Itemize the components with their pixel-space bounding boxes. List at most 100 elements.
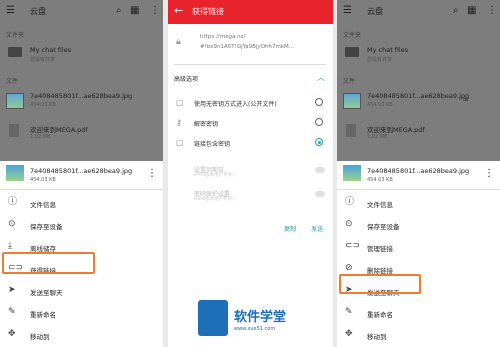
link-icon: ∞ (462, 95, 469, 104)
link-url-line2[interactable]: #!bx9n1A5T!GjYa9BjyOhh7mkM... (200, 44, 294, 50)
sheet-file-size: 454.03 KB (30, 177, 56, 183)
key-icon: ⚷ (176, 118, 182, 127)
edit-icon: ✎ (345, 307, 353, 317)
folder-icon (8, 47, 22, 57)
section-label: 文件 (343, 78, 356, 85)
save-icon: ⊙ (345, 219, 353, 229)
info-icon: ⓘ (8, 197, 18, 207)
divider (0, 189, 163, 190)
option-expiry: 设置到期日 (168, 160, 333, 178)
folder-sub: 您没有共享 (367, 57, 393, 63)
lock-icon: ▢ (176, 98, 184, 107)
sheet-file-name: 7e408485801f...ae628bea9.jpg (30, 167, 133, 175)
middle-phone-screen: ← 获得链接 🔒︎ https://mega.nz/ #!bx9n1A5T!Gj… (168, 0, 333, 347)
toggle-switch (315, 191, 325, 197)
link-url-line1[interactable]: https://mega.nz/ (200, 34, 245, 40)
lock-icon: ▢ (176, 138, 184, 147)
radio-button[interactable] (315, 118, 323, 126)
file-name[interactable]: 7e408485801f...ae628bea9.jpg (30, 92, 132, 100)
search-icon[interactable]: ⌕ (116, 6, 122, 16)
file-name[interactable]: 欢迎来到MEGA.pdf (30, 124, 88, 134)
file-size: 1.02 MB (367, 134, 388, 140)
menu-label: 移动到 (30, 333, 50, 341)
menu-file-info[interactable]: ⓘ 文件信息 (0, 193, 163, 213)
divider (174, 64, 326, 65)
app-bar: ☰ 云盘 ⌕ ▦ ⋮ (0, 0, 163, 24)
back-arrow-icon[interactable]: ← (174, 4, 183, 17)
more-icon[interactable]: ⋮ (150, 6, 160, 16)
sheet-file-name: 7e408485801f...ae628bea9.jpg (367, 167, 470, 175)
menu-send-chat[interactable]: ➤ 发送至聊天 (0, 281, 163, 301)
menu-save-device[interactable]: ⊙ 保存至设备 (337, 215, 500, 235)
menu-label: 重新命名 (367, 311, 393, 319)
folder-icon (345, 47, 359, 57)
move-icon: ✥ (345, 329, 353, 339)
left-phone-screen: ☰ 云盘 ⌕ ▦ ⋮ 文件夹 My chat files 您没有共享 文件 7e… (0, 0, 163, 347)
edit-icon: ✎ (8, 307, 16, 317)
option-no-key[interactable]: ▢ 使用无密钥方式进入(公开文件) (168, 94, 333, 112)
menu-label: 文件信息 (30, 201, 56, 209)
option-link-with-key[interactable]: ▢ 链接包含密钥 (168, 134, 333, 152)
save-icon: ⊙ (8, 219, 16, 229)
image-thumbnail (6, 93, 24, 109)
folder-sub: 您没有共享 (30, 57, 56, 63)
highlight-box (339, 274, 421, 294)
menu-file-info[interactable]: ⓘ 文件信息 (337, 193, 500, 213)
image-thumbnail (6, 165, 24, 181)
menu-label: 文件信息 (367, 201, 393, 209)
search-icon[interactable]: ⌕ (453, 6, 459, 16)
file-name[interactable]: 7e408485801f...ae628bea9.jpg (367, 92, 469, 100)
page-title: 云盘 (367, 7, 383, 16)
folder-name[interactable]: My chat files (30, 46, 71, 54)
folder-name[interactable]: My chat files (367, 46, 408, 54)
pdf-icon (9, 124, 19, 137)
page-title: 获得链接 (192, 7, 224, 16)
watermark-text: 软件学堂 (234, 310, 287, 325)
file-name[interactable]: 欢迎来到MEGA.pdf (367, 124, 425, 134)
menu-move[interactable]: ✥ 移动到 (337, 325, 500, 345)
file-size: 454.03 KB (30, 102, 56, 108)
sheet-file-size: 454.03 KB (367, 177, 393, 183)
option-decrypt-key[interactable]: ⚷ 解密密钥 (168, 114, 333, 132)
menu-label: 重新命名 (30, 311, 56, 319)
watermark-logo (198, 300, 228, 336)
more-icon[interactable]: ⋮ (484, 169, 494, 179)
info-icon: ⓘ (345, 197, 355, 207)
app-bar: ☰ 云盘 ⌕ ▦ ⋮ (337, 0, 500, 24)
image-thumbnail (343, 165, 361, 181)
unlink-icon: ⊘ (345, 263, 353, 273)
menu-icon[interactable]: ☰ (343, 6, 352, 16)
highlight-box (2, 252, 95, 274)
option-label: 使用无密钥方式进入(公开文件) (194, 101, 277, 108)
send-icon: ➤ (8, 285, 16, 295)
grid-icon[interactable]: ▦ (130, 6, 139, 16)
send-button[interactable]: 发送 (311, 224, 323, 233)
option-label: 链接包含密钥 (194, 141, 231, 148)
pro-note: (PRO版本用户专享) (194, 173, 234, 178)
menu-rename[interactable]: ✎ 重新命名 (0, 303, 163, 323)
grid-icon[interactable]: ▦ (467, 6, 476, 16)
radio-button[interactable] (315, 98, 323, 106)
option-password: 密码保护设置 (168, 184, 333, 202)
more-icon[interactable]: ⋮ (147, 169, 157, 179)
menu-label: 保存至设备 (367, 223, 400, 231)
image-thumbnail (343, 93, 361, 109)
link-icon: ⊂⊃ (345, 241, 361, 251)
menu-save-device[interactable]: ⊙ 保存至设备 (0, 215, 163, 235)
file-size: 454.03 KB (367, 102, 393, 108)
menu-manage-link[interactable]: ⊂⊃ 管理链接 (337, 237, 500, 257)
menu-label: 发送至聊天 (30, 289, 63, 297)
copy-button[interactable]: 复制 (284, 224, 296, 233)
menu-icon[interactable]: ☰ (6, 6, 15, 16)
divider (337, 189, 500, 190)
radio-button-selected[interactable] (315, 138, 323, 146)
option-label: 解密密钥 (194, 121, 219, 128)
pro-note: (PRO版本用户专享) (194, 197, 234, 202)
chevron-up-icon[interactable]: ︿ (317, 72, 325, 83)
file-size: 1.02 MB (30, 134, 51, 140)
menu-rename[interactable]: ✎ 重新命名 (337, 303, 500, 323)
more-icon[interactable]: ⋮ (487, 6, 497, 16)
bottom-sheet: 7e408485801f...ae628bea9.jpg 454.03 KB ⋮… (337, 161, 500, 347)
pdf-icon (346, 124, 356, 137)
menu-move[interactable]: ✥ 移动到 (0, 325, 163, 345)
